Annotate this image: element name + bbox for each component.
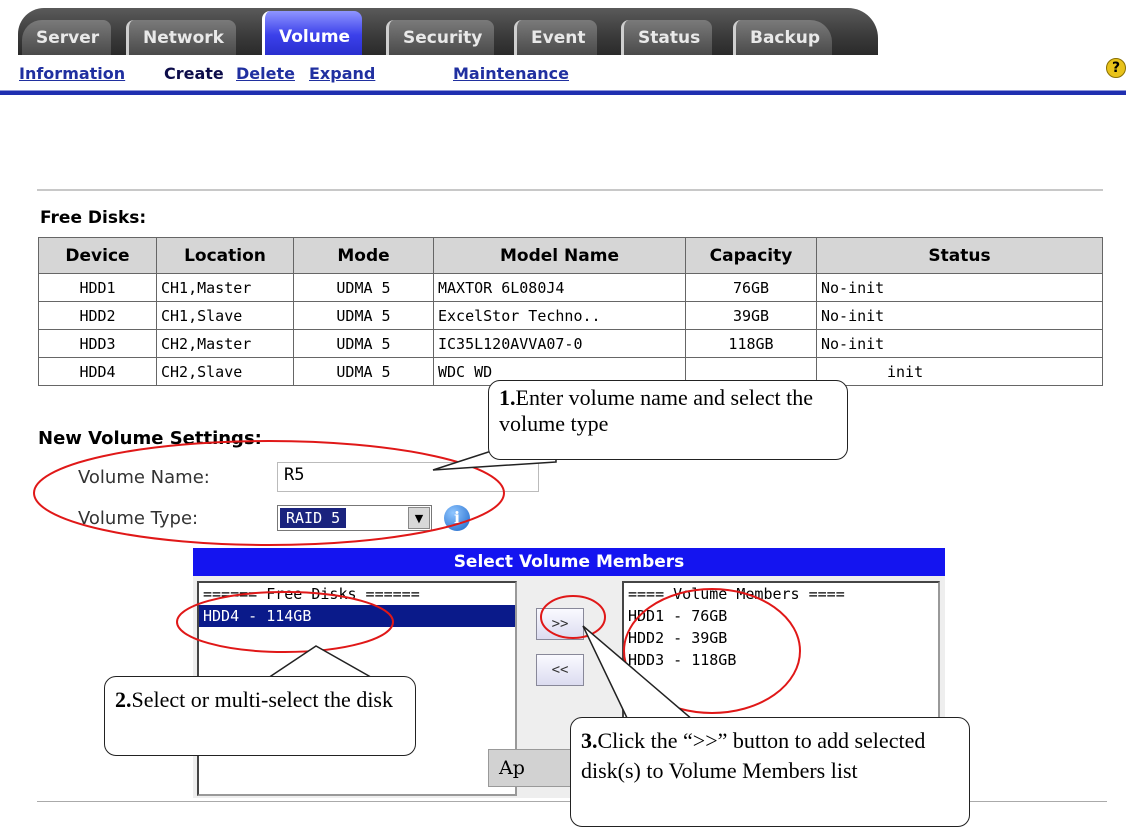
- callout-1-text: Enter volume name and select the volume …: [499, 385, 813, 436]
- list-item[interactable]: HDD4 - 114GB: [199, 605, 515, 627]
- column-header: Model Name: [433, 237, 686, 274]
- column-header: Device: [38, 237, 157, 274]
- divider-top: [37, 189, 1103, 191]
- tab-network[interactable]: Network: [126, 20, 236, 55]
- column-header: Capacity: [685, 237, 817, 274]
- volume-type-label: Volume Type:: [78, 508, 199, 529]
- table-row: HDD3 CH2,Master UDMA 5 IC35L120AVVA07-0 …: [38, 329, 1103, 358]
- cell-mode: UDMA 5: [293, 301, 434, 330]
- sub-navigation: Information Create Delete Expand Mainten…: [0, 55, 1126, 95]
- volume-name-input[interactable]: R5: [277, 462, 539, 492]
- main-tab-bar: Server Network Volume Security Event Sta…: [0, 0, 1126, 55]
- table-row: HDD1 CH1,Master UDMA 5 MAXTOR 6L080J4 76…: [38, 273, 1103, 302]
- callout-step-1: 1.Enter volume name and select the volum…: [488, 380, 848, 460]
- table-row: HDD2 CH1,Slave UDMA 5 ExcelStor Techno..…: [38, 301, 1103, 330]
- cell-device: HDD1: [38, 273, 157, 302]
- callout-3-text: Click the “>>” button to add selected di…: [581, 728, 926, 783]
- highlight-volume-settings: [33, 440, 505, 546]
- new-volume-settings-title: New Volume Settings:: [38, 428, 262, 449]
- tab-security[interactable]: Security: [386, 20, 495, 55]
- cell-location: CH1,Slave: [156, 301, 294, 330]
- info-icon[interactable]: i: [444, 505, 470, 531]
- help-icon[interactable]: ?: [1106, 58, 1126, 78]
- callout-step-2: 2.Select or multi-select the disk: [104, 676, 416, 756]
- cell-capacity: 118GB: [685, 329, 817, 358]
- cell-device: HDD4: [38, 357, 157, 386]
- tab-backup[interactable]: Backup: [733, 20, 833, 55]
- list-item[interactable]: HDD2 - 39GB: [624, 627, 938, 649]
- cell-mode: UDMA 5: [293, 329, 434, 358]
- list-item[interactable]: ==== Volume Members ====: [624, 583, 938, 605]
- volume-name-label: Volume Name:: [78, 467, 210, 488]
- cell-device: HDD2: [38, 301, 157, 330]
- cell-mode: UDMA 5: [293, 357, 434, 386]
- cell-mode: UDMA 5: [293, 273, 434, 302]
- cell-model: IC35L120AVVA07-0: [433, 329, 686, 358]
- callout-1-number: 1.: [499, 385, 516, 410]
- cell-status: No-init: [816, 329, 1103, 358]
- cell-status: No-init: [816, 301, 1103, 330]
- list-item[interactable]: HDD3 - 118GB: [624, 649, 938, 671]
- cell-device: HDD3: [38, 329, 157, 358]
- cell-status: No-init: [816, 273, 1103, 302]
- subnav-information[interactable]: Information: [19, 64, 125, 83]
- callout-2-text: Select or multi-select the disk: [131, 687, 394, 712]
- column-header: Status: [816, 237, 1103, 274]
- volume-type-value: RAID 5: [280, 508, 347, 528]
- cell-model: MAXTOR 6L080J4: [433, 273, 686, 302]
- cell-location: CH2,Slave: [156, 357, 294, 386]
- free-disks-table: Device Location Mode Model Name Capacity…: [38, 237, 1103, 386]
- table-header-row: Device Location Mode Model Name Capacity…: [38, 237, 1103, 274]
- cell-location: CH2,Master: [156, 329, 294, 358]
- remove-member-button[interactable]: <<: [536, 654, 584, 686]
- cell-model: ExcelStor Techno..: [433, 301, 686, 330]
- subnav-delete[interactable]: Delete: [236, 64, 295, 83]
- cell-status: init: [816, 357, 1103, 386]
- tab-event[interactable]: Event: [514, 20, 598, 55]
- tab-status[interactable]: Status: [621, 20, 713, 55]
- add-member-button[interactable]: >>: [536, 608, 584, 640]
- callout-3-number: 3.: [581, 728, 598, 753]
- tab-server[interactable]: Server: [22, 20, 112, 55]
- column-header: Location: [156, 237, 294, 274]
- free-disks-title: Free Disks:: [40, 208, 147, 228]
- volume-type-select[interactable]: RAID 5 ▼: [277, 505, 432, 531]
- chevron-down-icon[interactable]: ▼: [408, 507, 430, 529]
- cell-capacity: 76GB: [685, 273, 817, 302]
- cell-location: CH1,Master: [156, 273, 294, 302]
- list-item[interactable]: ====== Free Disks ======: [199, 583, 515, 605]
- list-item[interactable]: HDD1 - 76GB: [624, 605, 938, 627]
- cell-capacity: 39GB: [685, 301, 817, 330]
- callout-2-number: 2.: [115, 687, 132, 712]
- subnav-maintenance[interactable]: Maintenance: [453, 64, 569, 83]
- subnav-create[interactable]: Create: [164, 64, 224, 83]
- subnav-expand[interactable]: Expand: [309, 64, 375, 83]
- column-header: Mode: [293, 237, 434, 274]
- callout-step-3: 3.Click the “>>” button to add selected …: [570, 717, 970, 827]
- tab-volume[interactable]: Volume: [262, 11, 363, 55]
- volume-members-header: Select Volume Members: [193, 548, 945, 576]
